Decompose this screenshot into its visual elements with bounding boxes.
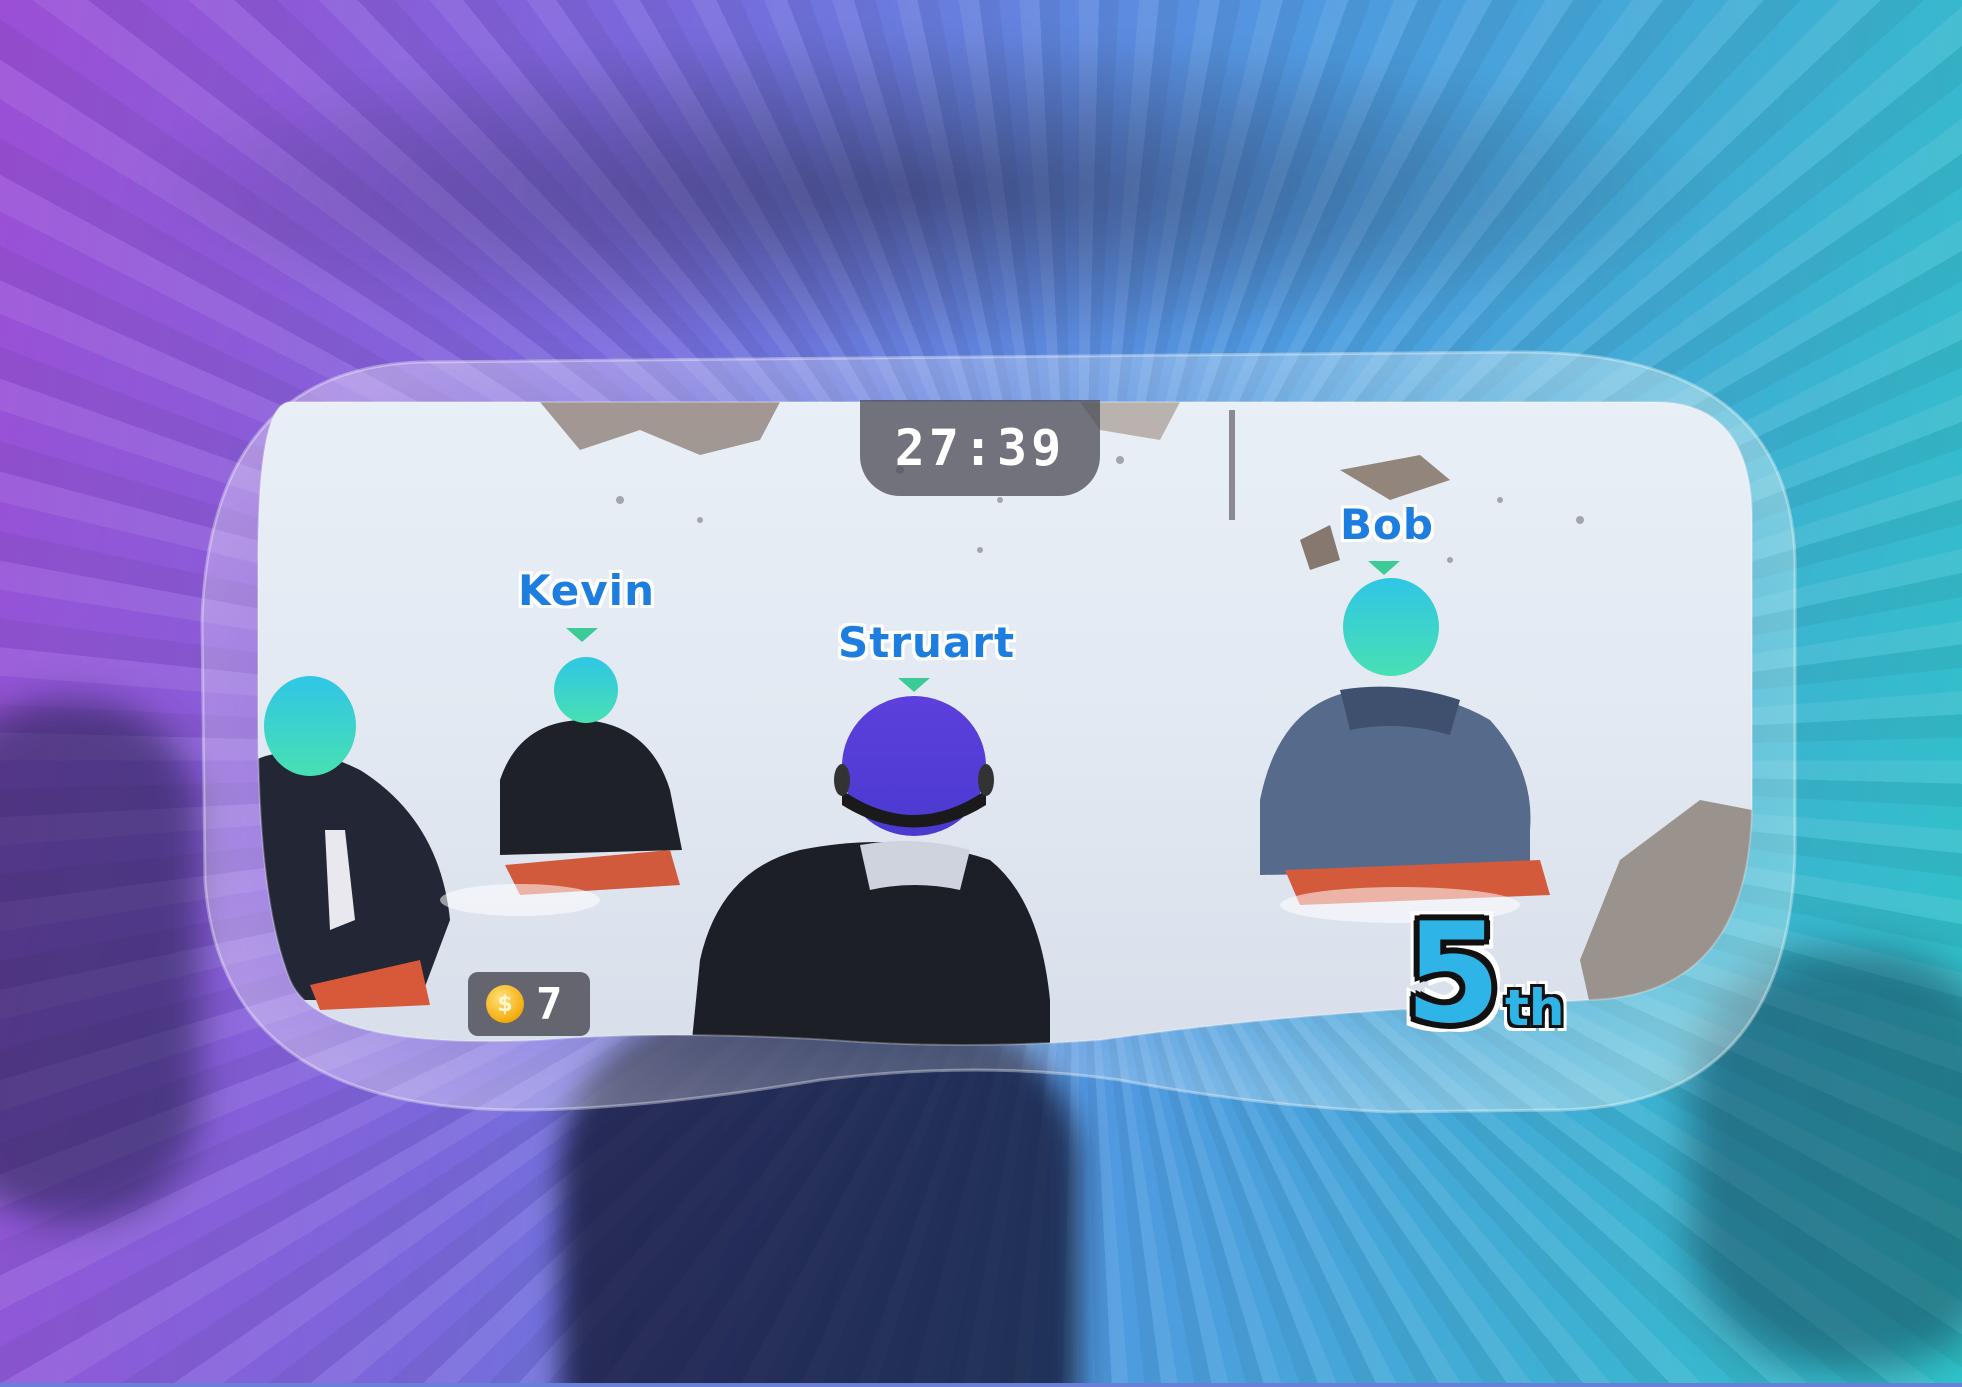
goggle-lens xyxy=(200,350,1797,1114)
player-label-struart: Struart xyxy=(838,618,1016,667)
helmet-icon xyxy=(554,657,618,723)
helmet-icon xyxy=(264,676,356,776)
player-label-kevin: Kevin xyxy=(518,566,655,615)
position-suffix: th xyxy=(1505,979,1565,1037)
coin-count: 7 xyxy=(536,978,563,1030)
player-label-bob: Bob xyxy=(1340,500,1434,549)
player-marker-icon xyxy=(1368,561,1400,575)
player-marker-icon xyxy=(898,678,930,692)
coin-icon: $ xyxy=(486,985,524,1023)
timer-value: 27:39 xyxy=(894,419,1066,477)
race-position: 5 th xyxy=(1405,905,1565,1043)
helmet-icon xyxy=(1343,578,1439,676)
goggle-view xyxy=(0,0,1962,1383)
race-timer: 27:39 xyxy=(860,400,1100,496)
coin-counter: $ 7 xyxy=(468,972,590,1036)
player-marker-icon xyxy=(566,628,598,642)
position-number: 5 xyxy=(1405,893,1502,1054)
